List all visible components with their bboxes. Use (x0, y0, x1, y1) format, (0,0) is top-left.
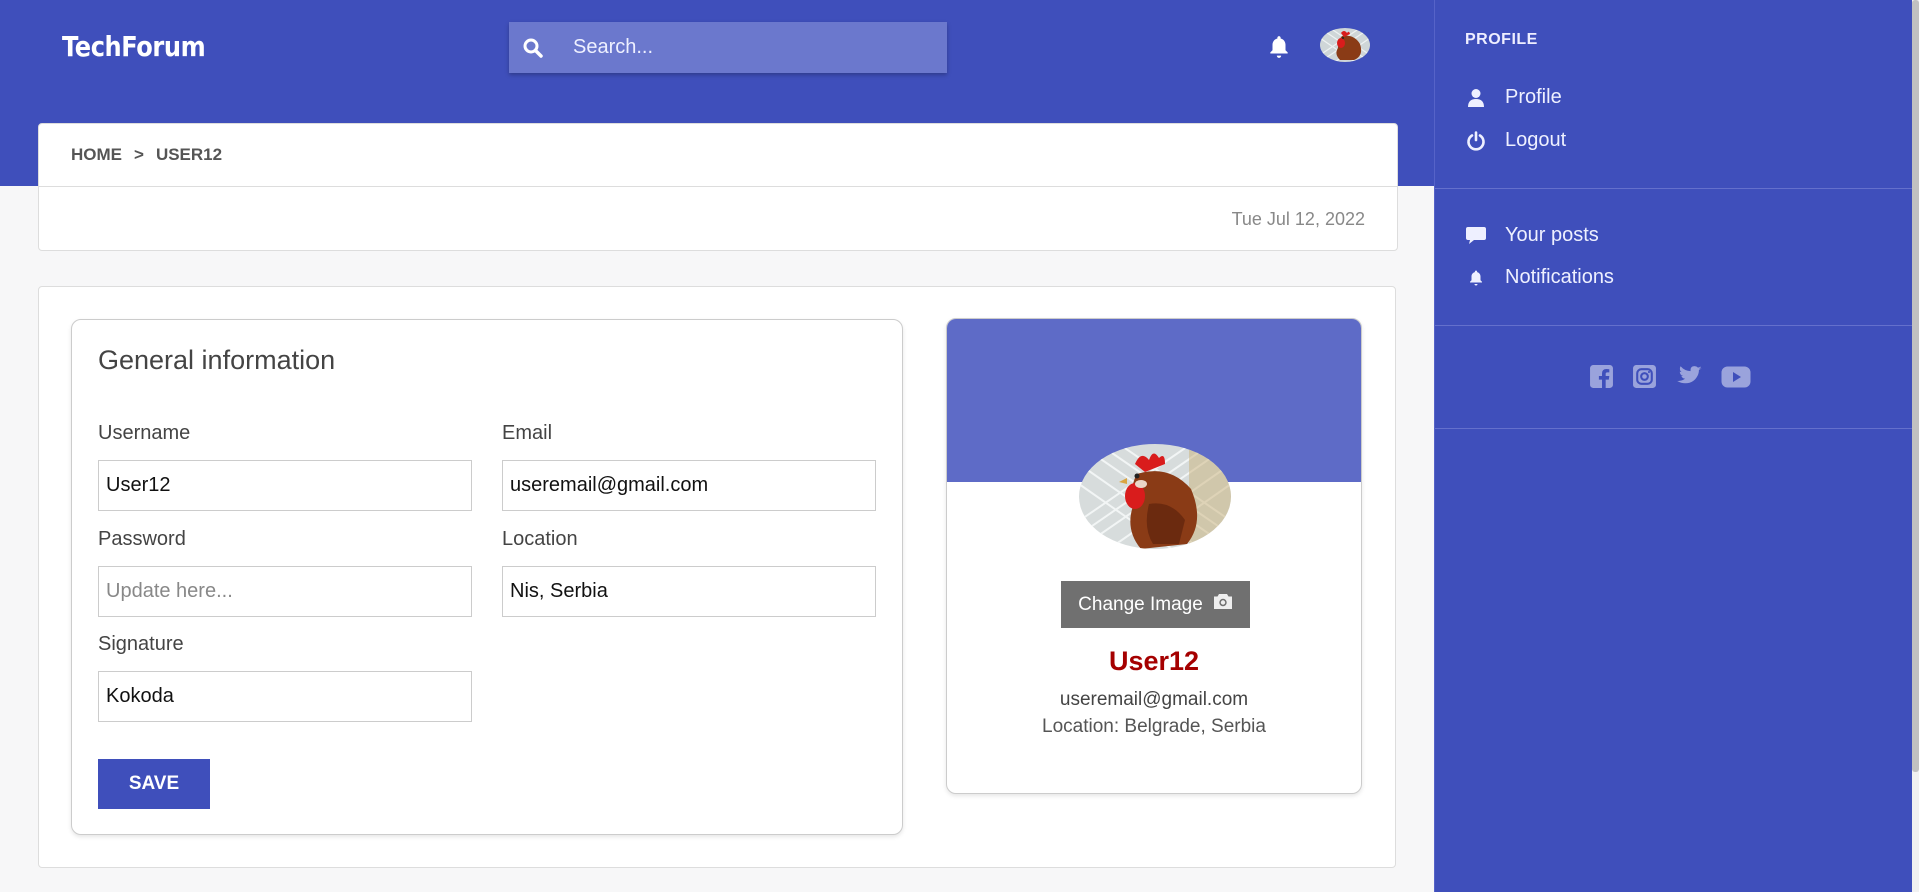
email-field[interactable] (502, 460, 876, 511)
email-label: Email (502, 422, 553, 444)
form-title: General information (98, 345, 336, 375)
notifications-bell-icon[interactable] (1266, 34, 1292, 65)
sidebar-item-your-posts[interactable]: Your posts (1465, 224, 1599, 247)
search-input[interactable] (557, 22, 947, 73)
profile-email: useremail@gmail.com (1059, 689, 1249, 710)
sidebar-heading: PROFILE (1465, 31, 1538, 48)
search-bar[interactable] (509, 22, 947, 73)
sidebar-item-label: Profile (1505, 86, 1562, 108)
breadcrumb-separator: > (134, 145, 144, 164)
site-logo[interactable]: TechForum (62, 30, 206, 63)
change-image-label: Change Image (1078, 593, 1203, 615)
comment-icon (1465, 226, 1487, 246)
profile-card: Change Image User12 useremail@gmail.com … (946, 318, 1362, 794)
location-field[interactable] (502, 566, 876, 617)
facebook-icon[interactable] (1589, 364, 1614, 394)
sidebar-item-logout[interactable]: Logout (1465, 129, 1566, 152)
sidebar-item-label: Notifications (1505, 266, 1614, 288)
breadcrumb-card: HOME > USER12 Tue Jul 12, 2022 (38, 123, 1398, 251)
youtube-icon[interactable] (1721, 366, 1751, 393)
breadcrumb: HOME > USER12 (39, 124, 1397, 187)
sidebar: PROFILE Profile Logout Your posts Notifi… (1434, 0, 1913, 892)
sidebar-item-label: Your posts (1505, 224, 1599, 246)
instagram-icon[interactable] (1632, 364, 1657, 394)
current-date: Tue Jul 12, 2022 (1231, 208, 1365, 229)
profile-avatar (1079, 444, 1231, 549)
sidebar-item-label: Logout (1505, 129, 1567, 151)
username-label: Username (98, 422, 191, 444)
sidebar-divider (1435, 325, 1913, 326)
change-image-button[interactable]: Change Image (1061, 581, 1250, 628)
general-information-form: General information Username Email Passw… (71, 319, 903, 835)
scrollbar-thumb[interactable] (1912, 0, 1919, 772)
profile-location: Location: Belgrade, Serbia (1042, 716, 1266, 737)
twitter-icon[interactable] (1675, 365, 1703, 394)
user-avatar[interactable] (1320, 28, 1370, 62)
password-field[interactable] (98, 566, 472, 617)
save-button[interactable]: SAVE (98, 759, 210, 809)
bell-icon (1465, 268, 1487, 288)
profile-username: User12 (1108, 646, 1200, 676)
sidebar-item-notifications[interactable]: Notifications (1465, 266, 1614, 289)
breadcrumb-current: USER12 (155, 145, 223, 164)
sidebar-item-profile[interactable]: Profile (1465, 86, 1562, 109)
username-field[interactable] (98, 460, 472, 511)
location-label: Location (502, 528, 578, 550)
sidebar-divider (1435, 428, 1913, 429)
signature-label: Signature (98, 633, 184, 655)
power-icon (1465, 130, 1487, 151)
social-links (1589, 364, 1751, 394)
user-icon (1465, 88, 1487, 108)
sidebar-divider (1435, 188, 1913, 189)
password-label: Password (98, 528, 186, 550)
search-icon[interactable] (509, 38, 557, 58)
breadcrumb-home-link[interactable]: HOME (71, 145, 122, 165)
camera-icon (1213, 593, 1233, 616)
signature-field[interactable] (98, 671, 472, 722)
